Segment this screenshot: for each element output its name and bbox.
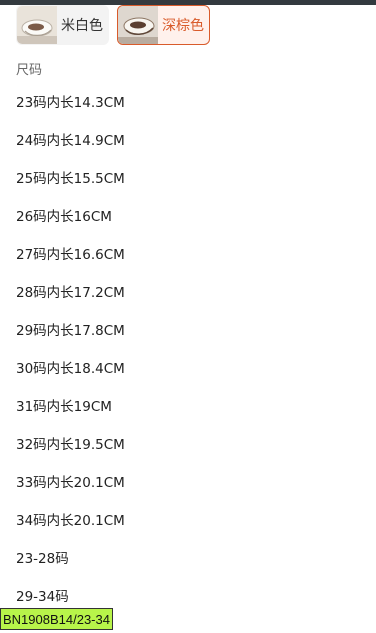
product-code-label: BN1908B14/23-34: [0, 608, 113, 630]
color-option-dark-brown[interactable]: 深棕色: [117, 5, 210, 45]
size-section-title: 尺码: [16, 63, 43, 78]
size-option[interactable]: 23-28码: [16, 546, 356, 584]
size-option[interactable]: 25码内长15.5CM: [16, 166, 356, 204]
size-option[interactable]: 27码内长16.6CM: [16, 242, 356, 280]
size-option[interactable]: 32码内长19.5CM: [16, 432, 356, 470]
size-list: 23码内长14.3CM 24码内长14.9CM 25码内长15.5CM 26码内…: [16, 90, 356, 622]
shoe-thumbnail-dark-brown: [118, 6, 158, 44]
size-option[interactable]: 31码内长19CM: [16, 394, 356, 432]
size-option[interactable]: 23码内长14.3CM: [16, 90, 356, 128]
color-options: 米白色 深棕色: [16, 5, 210, 47]
color-option-label: 深棕色: [162, 18, 204, 34]
color-option-off-white[interactable]: 米白色: [16, 5, 109, 45]
color-option-label: 米白色: [61, 18, 103, 34]
size-option[interactable]: 24码内长14.9CM: [16, 128, 356, 166]
size-option[interactable]: 28码内长17.2CM: [16, 280, 356, 318]
shoe-thumbnail-off-white: [17, 6, 57, 44]
size-option[interactable]: 26码内长16CM: [16, 204, 356, 242]
size-option[interactable]: 30码内长18.4CM: [16, 356, 356, 394]
size-option[interactable]: 33码内长20.1CM: [16, 470, 356, 508]
size-option[interactable]: 29码内长17.8CM: [16, 318, 356, 356]
size-option[interactable]: 34码内长20.1CM: [16, 508, 356, 546]
